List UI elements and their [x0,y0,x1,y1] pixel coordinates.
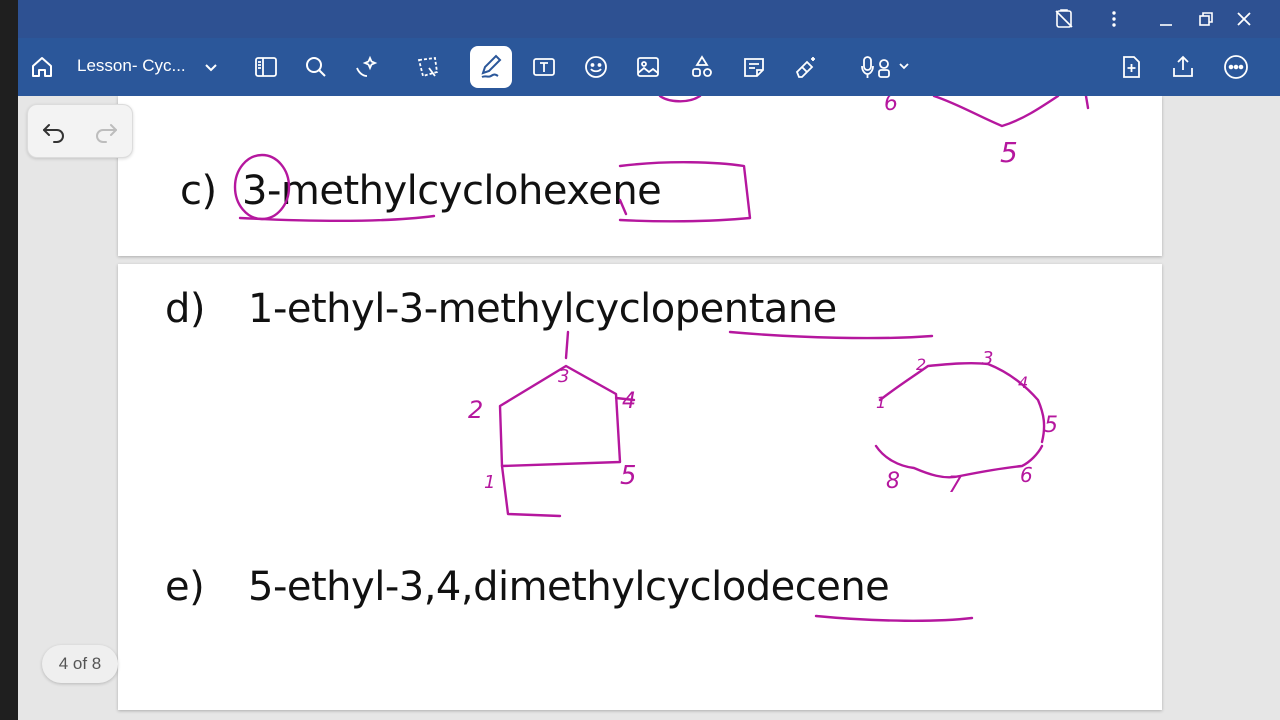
ink-stroke [658,96,702,103]
window-titlebar [18,0,1280,38]
ink-label-top: 6 [884,96,898,116]
redo-icon[interactable] [92,118,120,146]
no-touch-icon[interactable] [1050,5,1078,33]
share-icon[interactable] [1165,49,1201,85]
page-view-icon[interactable] [248,49,284,85]
close-icon[interactable] [1230,5,1258,33]
ink-stroke [618,198,628,216]
undo-redo-panel [27,104,133,158]
text-box-icon[interactable] [526,49,562,85]
ink-underline-parent [814,614,974,622]
ink-box-suffix [618,161,752,223]
ink-stroke [932,96,1060,128]
app-toolbar: Lesson- Cyc... [18,38,1280,96]
ink-label-decagon: 7 [948,473,962,498]
document-canvas[interactable]: c) 3-methylcyclohexene d) 1-ethyl-3-meth… [18,96,1280,720]
ink-label-decagon: 3 [982,348,993,369]
voice-record-icon[interactable] [856,49,916,85]
ink-stroke [564,330,570,360]
sparkle-icon[interactable] [348,49,384,85]
ink-stroke [1084,96,1090,110]
ink-underline-parent [728,330,934,340]
note-icon[interactable] [736,49,772,85]
ink-label-pentagon: 2 [468,396,483,424]
undo-icon[interactable] [40,118,68,146]
pen-icon[interactable] [470,46,512,88]
search-icon[interactable] [298,49,334,85]
shapes-icon[interactable] [684,49,720,85]
home-icon[interactable] [24,49,60,85]
ink-label-decagon: 5 [1044,413,1058,438]
ink-circle-locant [233,153,291,221]
ink-annotations: 6 5 3 2 4 1 5 2 3 4 1 5 8 7 6 [233,96,1090,622]
add-page-icon[interactable] [1113,49,1149,85]
image-icon[interactable] [630,49,666,85]
minimize-icon[interactable] [1152,5,1180,33]
page-indicator: 4 of 8 [42,645,118,683]
ink-label-pentagon: 1 [484,472,495,493]
eraser-magic-icon[interactable] [788,49,824,85]
ink-label-decagon: 1 [876,393,886,412]
more-vert-icon[interactable] [1100,5,1128,33]
ink-label-decagon: 8 [886,469,900,494]
document-title[interactable]: Lesson- Cyc... [77,56,186,76]
sticker-icon[interactable] [578,49,614,85]
ink-ethyl-chain [500,464,562,518]
restore-icon[interactable] [1192,5,1220,33]
ink-label-pentagon: 4 [622,389,636,414]
ink-label-decagon: 6 [1020,463,1033,487]
ink-label-decagon: 2 [916,355,926,374]
ink-label-pentagon: 3 [558,366,569,387]
ink-label-decagon: 4 [1018,373,1028,392]
left-edge [0,0,18,720]
lasso-icon[interactable] [410,49,446,85]
ink-label-pentagon: 5 [620,461,637,491]
chevron-down-icon[interactable] [201,57,221,77]
ink-label-top: 5 [1000,136,1018,169]
more-icon[interactable] [1218,49,1254,85]
